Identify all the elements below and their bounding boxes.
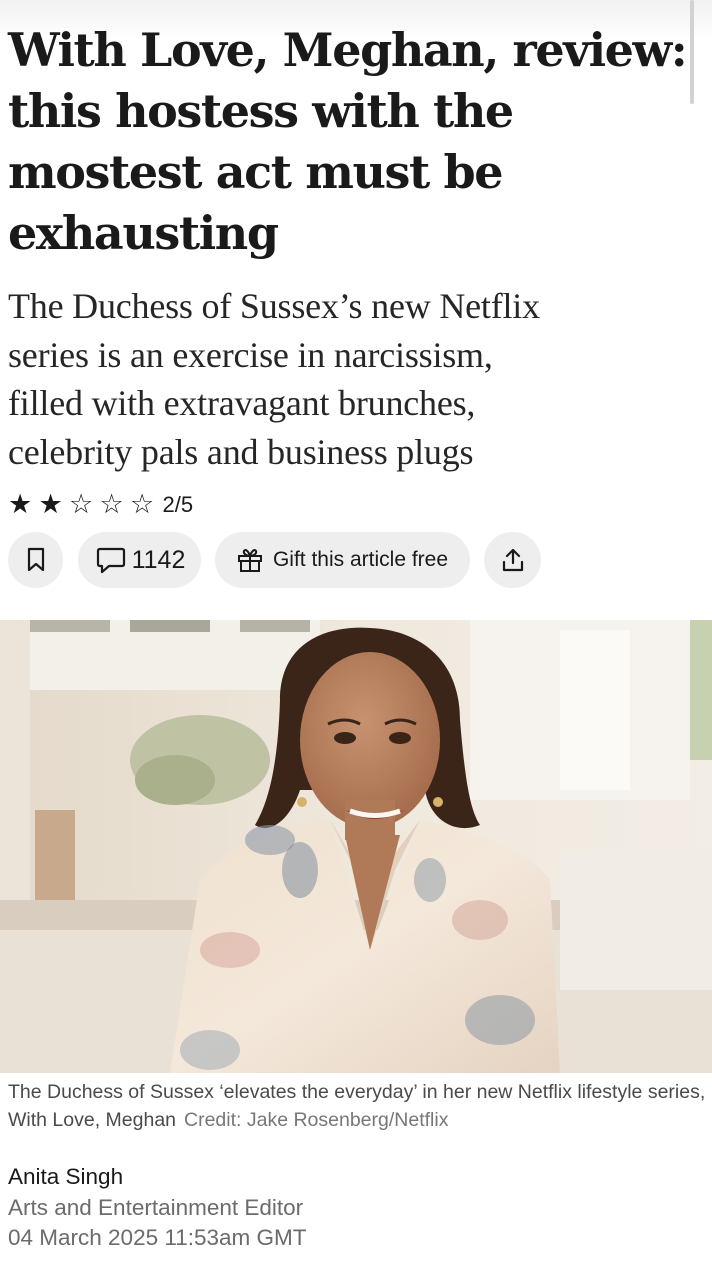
author-role: Arts and Entertainment Editor	[8, 1195, 304, 1220]
standfirst-line: The Duchess of Sussex’s new Netflix	[8, 286, 540, 326]
standfirst-line: celebrity pals and business plugs	[8, 431, 474, 472]
author-name[interactable]: Anita Singh	[8, 1163, 123, 1191]
hero-photo	[0, 620, 712, 1073]
rating-label: 2/5	[162, 492, 194, 517]
image-caption: The Duchess of Sussex ‘elevates the ever…	[8, 1078, 708, 1134]
star-outline-icon: ☆	[130, 489, 155, 520]
star-rating: ★ ★ ☆ ☆ ☆ 2/5	[8, 488, 193, 522]
gift-article-button[interactable]: Gift this article free	[215, 532, 470, 588]
standfirst-line: filled with extravagant brunches,	[8, 383, 476, 423]
comments-button[interactable]: 1142	[78, 532, 201, 588]
speech-bubble-icon	[96, 547, 125, 574]
star-outline-icon: ☆	[99, 489, 124, 520]
headline-line: this hostess with the	[8, 84, 514, 138]
headline-line: exhausting	[8, 206, 279, 260]
image-credit: Credit: Jake Rosenberg/Netflix	[184, 1109, 449, 1131]
star-outline-icon: ☆	[69, 489, 94, 520]
gift-icon	[237, 549, 262, 572]
article-standfirst: The Duchess of Sussex’s new Netflix seri…	[8, 282, 698, 476]
share-icon	[502, 548, 523, 572]
bookmark-button[interactable]	[8, 532, 63, 588]
publish-date: 04 March 2025 11:53am GMT	[8, 1225, 307, 1250]
bookmark-icon	[27, 547, 44, 572]
star-icon: ★	[8, 489, 33, 520]
article-hero-image	[0, 620, 712, 1073]
standfirst-line: series is an exercise in narcissism,	[8, 334, 493, 375]
headline-line: mostest act must be	[8, 145, 504, 199]
comment-count: 1142	[131, 545, 186, 574]
share-button[interactable]	[484, 532, 541, 588]
gift-article-label: Gift this article free	[272, 548, 449, 571]
star-icon: ★	[38, 489, 63, 520]
headline-line: With Love, Meghan, review:	[8, 23, 688, 77]
article-headline: With Love, Meghan, review: this hostess …	[8, 20, 708, 264]
